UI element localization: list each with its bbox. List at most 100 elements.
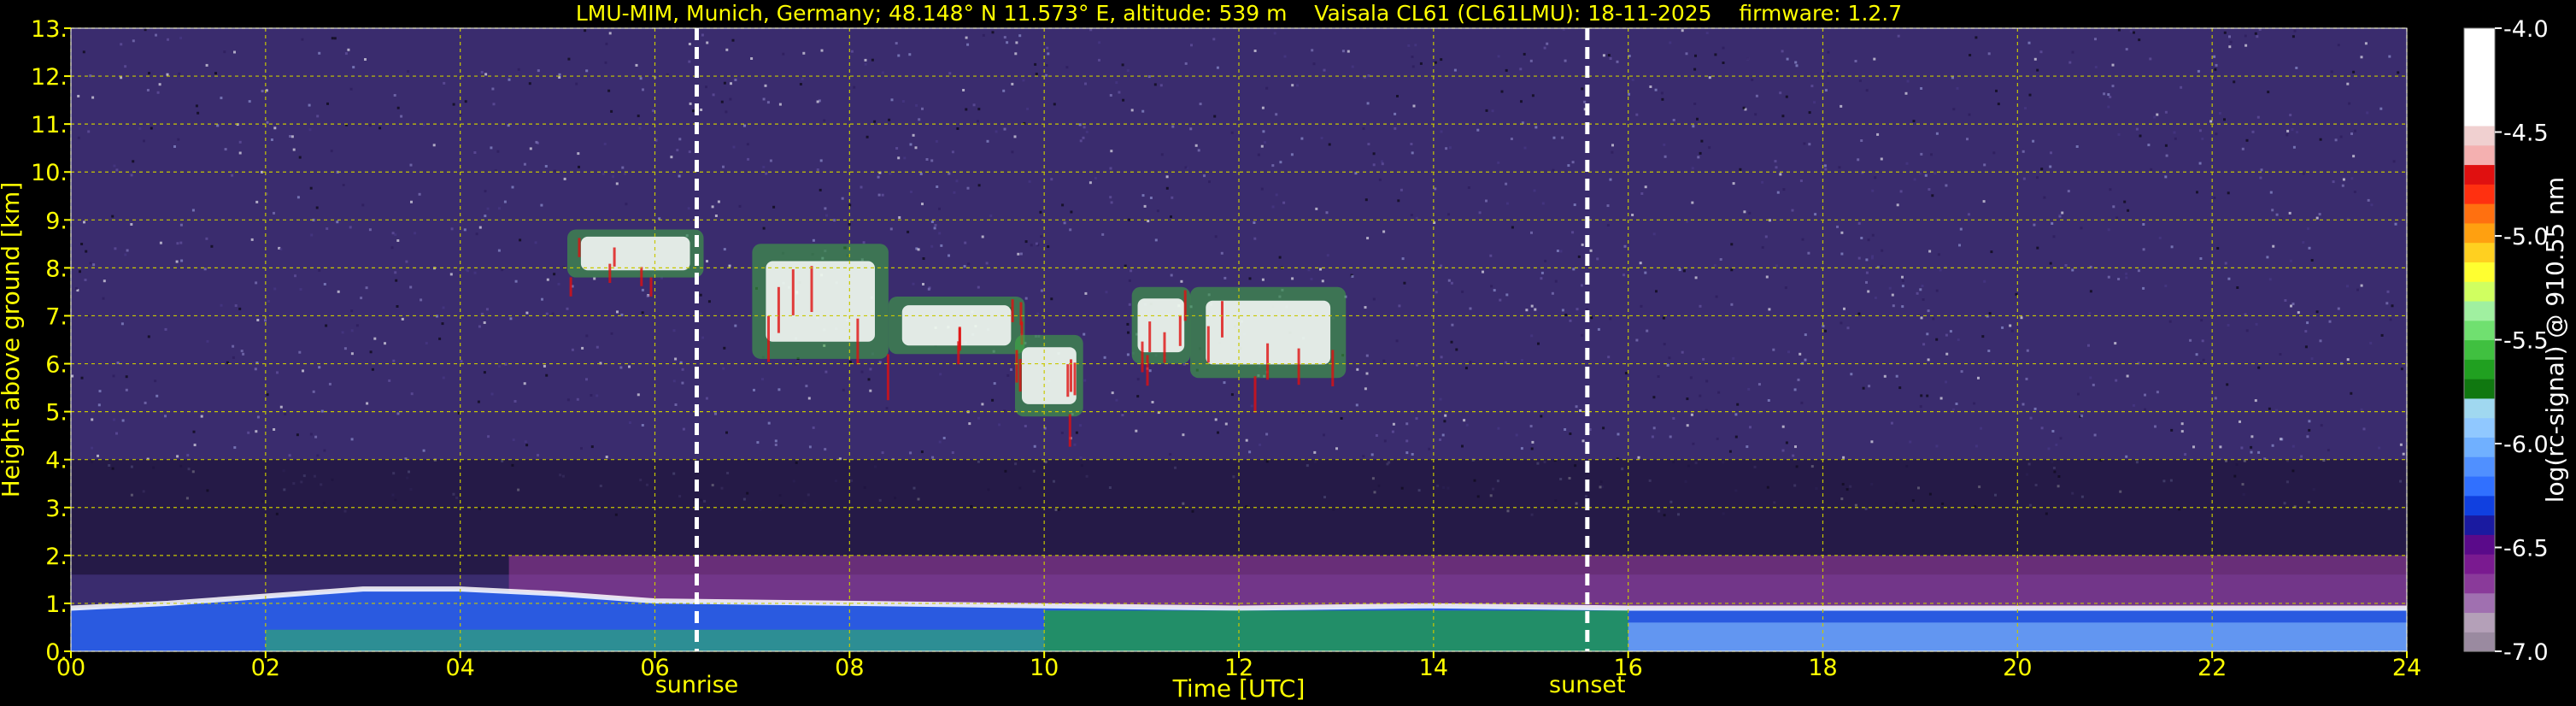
noise-dot [292,148,296,151]
noise-dot [1702,357,1705,361]
noise-dot [989,215,993,217]
colorbar-segment [2464,379,2495,399]
noise-dot [1951,76,1954,79]
noise-dot [1602,54,1605,57]
noise-dot [1573,203,1576,207]
noise-dot [483,371,486,374]
noise-dot [121,419,125,422]
noise-dot [1768,308,1771,311]
noise-dot [942,437,946,439]
noise-dot [1109,196,1112,199]
noise-dot [1888,286,1892,290]
noise-dot [2154,425,2156,428]
noise-dot [1672,119,1675,121]
noise-dot [2144,393,2146,397]
noise-dot [179,37,183,39]
noise-dot [1708,76,1711,79]
noise-dot [1552,168,1555,172]
noise-dot [2173,131,2176,134]
noise-dot [1892,304,1895,308]
noise-dot [1073,443,1077,446]
noise-dot [2213,55,2216,58]
noise-dot [2310,259,2314,262]
noise-dot [897,54,901,57]
noise-dot [930,221,934,223]
noise-dot [1321,279,1324,283]
noise-dot [1497,55,1500,58]
noise-dot [1257,153,1260,156]
noise-dot [410,392,414,396]
noise-dot [1840,252,1844,256]
noise-dot [2125,276,2128,279]
cloud-streak [957,341,960,365]
noise-dot [678,138,682,141]
noise-dot [666,73,669,76]
noise-dot [590,445,594,449]
noise-dot [1983,279,1986,283]
noise-dot [2271,444,2274,447]
noise-dot [2304,330,2308,333]
noise-dot [1214,235,1218,238]
chart-title: LMU-MIM, Munich, Germany; 48.148° N 11.5… [576,1,1902,26]
noise-dot [1335,447,1338,450]
noise-dot [1230,131,1234,134]
noise-dot [1862,386,1865,390]
noise-dot [766,101,770,104]
noise-dot [112,374,115,378]
noise-dot [1874,176,1877,179]
noise-dot [1141,194,1145,197]
noise-dot [1927,309,1930,313]
noise-dot [1552,136,1556,139]
noise-dot [2291,444,2295,448]
noise-dot [2223,118,2226,121]
noise-dot [1395,339,1399,343]
noise-dot [676,149,679,152]
noise-dot [714,412,717,415]
noise-dot [972,103,976,107]
noise-dot [2229,40,2233,44]
noise-dot [115,432,118,435]
colorbar-tick-label: -6.5 [2503,536,2549,562]
noise-dot [2214,397,2217,400]
noise-dot [405,260,408,263]
noise-dot [604,61,607,64]
noise-dot [1197,149,1200,152]
noise-dot [1644,271,1647,274]
noise-dot [920,450,924,454]
noise-dot [699,293,702,297]
noise-dot [1646,329,1649,332]
noise-dot [1581,87,1584,91]
noise-dot [1732,356,1735,360]
noise-dot [641,424,644,427]
noise-dot [1291,277,1294,280]
noise-dot [707,300,711,303]
noise-dot [1785,441,1788,444]
noise-dot [700,109,703,111]
noise-dot [1912,120,1916,123]
noise-dot [1419,62,1423,65]
noise-dot [1631,78,1634,81]
noise-dot [1730,303,1734,306]
noise-dot [1699,304,1702,308]
noise-dot [1734,435,1738,438]
noise-dot [1755,94,1758,97]
noise-dot [2391,304,2394,308]
noise-dot [977,416,980,420]
noise-dot [2192,445,2195,449]
noise-dot [85,250,88,253]
noise-dot [1678,268,1681,272]
colorbar-segment [2464,495,2495,516]
noise-dot [1694,54,1697,57]
noise-dot [1749,426,1752,429]
noise-dot [2250,435,2254,438]
noise-dot [1870,440,1874,444]
noise-dot [1105,291,1108,294]
noise-dot [1447,213,1450,216]
noise-dot [1478,211,1482,215]
noise-dot [610,332,613,335]
noise-dot [442,306,445,309]
noise-dot [1881,249,1884,252]
noise-dot [465,268,468,271]
noise-dot [2114,342,2117,345]
noise-dot [1987,52,1991,56]
